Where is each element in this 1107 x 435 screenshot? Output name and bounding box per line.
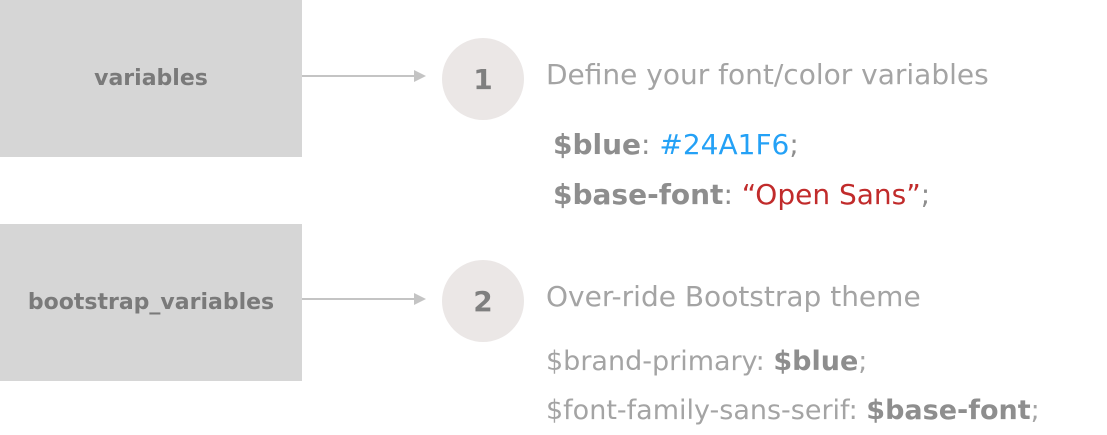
code-line-blue: $blue: #24A1F6; bbox=[553, 128, 799, 161]
variables-box-label: variables bbox=[94, 66, 208, 91]
var-name: $brand-primary bbox=[546, 346, 756, 377]
code-line-font-family: $font-family-sans-serif: $base-font; bbox=[546, 395, 1040, 426]
arrow-right-icon bbox=[302, 293, 426, 305]
bootstrap-variables-box: bootstrap_variables bbox=[0, 224, 302, 381]
var-value: #24A1F6 bbox=[659, 128, 790, 161]
step-1-heading: Define your font/color variables bbox=[546, 58, 989, 91]
var-name: $blue bbox=[553, 128, 642, 161]
step-2-number: 2 bbox=[473, 284, 493, 318]
separator: : bbox=[723, 178, 742, 211]
var-value: $base-font bbox=[866, 395, 1031, 426]
terminator: ; bbox=[1030, 395, 1040, 426]
terminator: ; bbox=[858, 346, 868, 377]
var-value: $blue bbox=[773, 346, 859, 377]
code-line-base-font: $base-font: “Open Sans”; bbox=[553, 178, 930, 211]
step-2-heading: Over-ride Bootstrap theme bbox=[546, 280, 921, 313]
step-1-number: 1 bbox=[473, 62, 493, 96]
code-line-brand-primary: $brand-primary: $blue; bbox=[546, 346, 867, 377]
bootstrap-variables-box-label: bootstrap_variables bbox=[27, 290, 275, 315]
separator: : bbox=[641, 128, 660, 161]
terminator: ; bbox=[920, 178, 931, 211]
step-2-badge: 2 bbox=[442, 260, 524, 342]
separator: : bbox=[848, 395, 867, 426]
step-1-badge: 1 bbox=[442, 38, 524, 120]
separator: : bbox=[755, 346, 774, 377]
terminator: ; bbox=[789, 128, 799, 161]
arrow-right-icon bbox=[302, 70, 426, 82]
var-name: $base-font bbox=[553, 178, 724, 211]
var-name: $font-family-sans-serif bbox=[546, 395, 849, 426]
variables-box: variables bbox=[0, 0, 302, 157]
var-value: “Open Sans” bbox=[741, 178, 921, 211]
